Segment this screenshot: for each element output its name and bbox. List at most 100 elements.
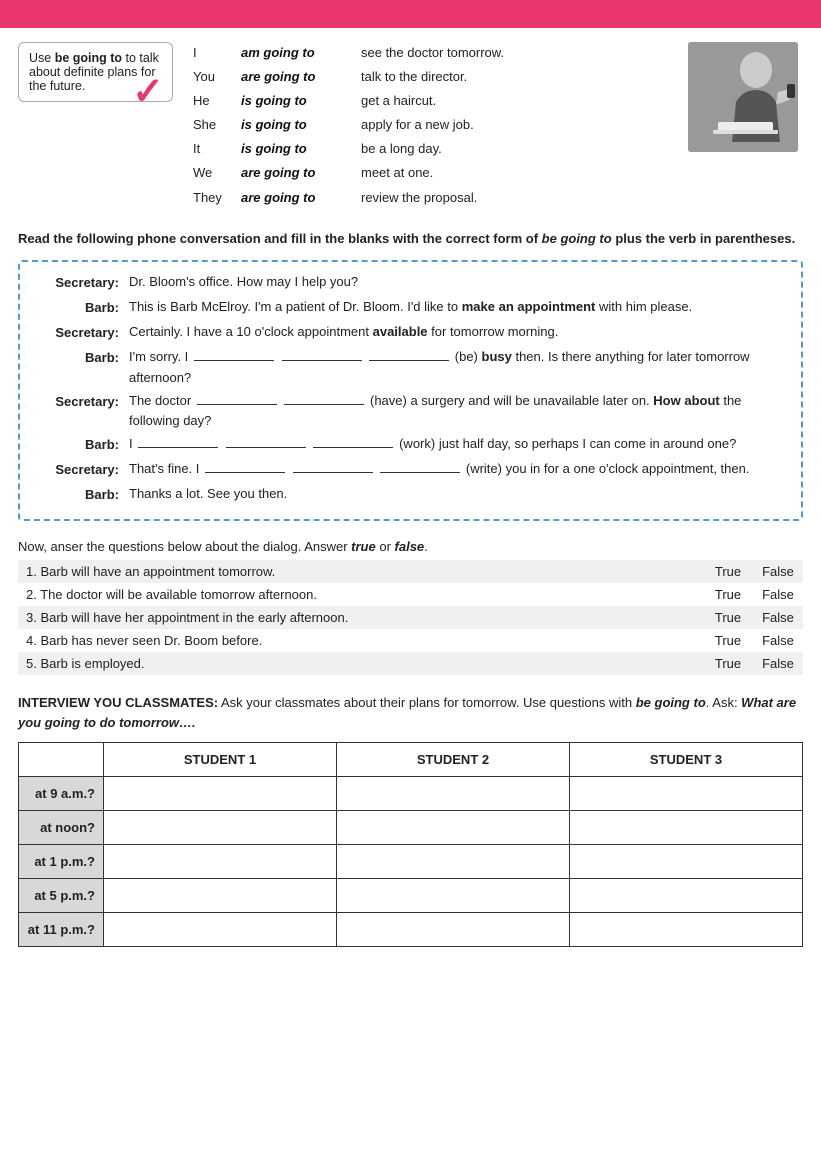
speaker-label: Secretary: [34, 391, 129, 413]
tf-row: 2. The doctor will be available tomorrow… [18, 583, 803, 606]
interview-table: STUDENT 1STUDENT 2STUDENT 3 at 9 a.m.? a… [18, 742, 803, 947]
subject: I [193, 42, 241, 64]
tf-true: True [703, 583, 753, 606]
page: Use be going to to talk about definite p… [0, 0, 821, 1169]
verb-phrase: is going to [241, 114, 361, 136]
student2-cell[interactable] [337, 811, 570, 845]
student3-cell[interactable] [570, 777, 803, 811]
time-label: at 5 p.m.? [19, 879, 104, 913]
example-rest: review the proposal. [361, 187, 477, 209]
tf-false: False [753, 583, 803, 606]
interview-row: at 1 p.m.? [19, 845, 803, 879]
tf-false: False [753, 629, 803, 652]
tf-question: 3. Barb will have her appointment in the… [18, 606, 703, 629]
example-rest: get a haircut. [361, 90, 436, 112]
dialog-row: Barb: This is Barb McElroy. I'm a patien… [34, 297, 787, 319]
subject: He [193, 90, 241, 112]
speaker-label: Secretary: [34, 322, 129, 344]
example-row: It is going to be a long day. [193, 138, 673, 160]
tf-false: False [753, 652, 803, 675]
interview-section: INTERVIEW YOU CLASSMATES: Ask your class… [0, 679, 821, 953]
time-label: at 11 p.m.? [19, 913, 104, 947]
reading-instructions: Read the following phone conversation an… [0, 217, 821, 253]
dialog-row: Secretary: Dr. Bloom's office. How may I… [34, 272, 787, 294]
speech-text: Certainly. I have a 10 o'clock appointme… [129, 322, 787, 342]
speaker-label: Barb: [34, 297, 129, 319]
interview-col-header: STUDENT 3 [570, 743, 803, 777]
student2-cell[interactable] [337, 845, 570, 879]
tf-row: 3. Barb will have her appointment in the… [18, 606, 803, 629]
examples-table: I am going to see the doctor tomorrow. Y… [183, 42, 673, 209]
student1-cell[interactable] [104, 811, 337, 845]
verb-phrase: are going to [241, 162, 361, 184]
time-label: at 1 p.m.? [19, 845, 104, 879]
verb-phrase: am going to [241, 42, 361, 64]
interview-instructions: INTERVIEW YOU CLASSMATES: Ask your class… [18, 693, 803, 732]
photo-area [683, 42, 803, 209]
tf-row: 1. Barb will have an appointment tomorro… [18, 560, 803, 583]
interview-row: at 9 a.m.? [19, 777, 803, 811]
verb-phrase: is going to [241, 90, 361, 112]
example-rest: see the doctor tomorrow. [361, 42, 504, 64]
tf-question: 5. Barb is employed. [18, 652, 703, 675]
tf-question: 1. Barb will have an appointment tomorro… [18, 560, 703, 583]
speech-text: Dr. Bloom's office. How may I help you? [129, 272, 787, 292]
speaker-label: Secretary: [34, 459, 129, 481]
tf-question: 2. The doctor will be available tomorrow… [18, 583, 703, 606]
speech-text: I'm sorry. I (be) busy then. Is there an… [129, 347, 787, 387]
student2-cell[interactable] [337, 879, 570, 913]
time-label: at 9 a.m.? [19, 777, 104, 811]
student1-cell[interactable] [104, 879, 337, 913]
verb-phrase: is going to [241, 138, 361, 160]
example-rest: talk to the director. [361, 66, 467, 88]
student2-cell[interactable] [337, 913, 570, 947]
subject: They [193, 187, 241, 209]
speaker-label: Barb: [34, 484, 129, 506]
speech-text: The doctor (have) a surgery and will be … [129, 391, 787, 431]
example-row: You are going to talk to the director. [193, 66, 673, 88]
person-photo [688, 42, 798, 152]
checkmark-icon: ✓ [132, 73, 164, 111]
dialog-row: Secretary: The doctor (have) a surgery a… [34, 391, 787, 431]
example-row: I am going to see the doctor tomorrow. [193, 42, 673, 64]
tf-true: True [703, 652, 753, 675]
subject: We [193, 162, 241, 184]
interview-row: at noon? [19, 811, 803, 845]
subject: It [193, 138, 241, 160]
example-rest: meet at one. [361, 162, 433, 184]
speaker-label: Barb: [34, 347, 129, 369]
student1-cell[interactable] [104, 845, 337, 879]
interview-col-header: STUDENT 1 [104, 743, 337, 777]
student2-cell[interactable] [337, 777, 570, 811]
tf-section: Now, anser the questions below about the… [0, 529, 821, 679]
tf-false: False [753, 560, 803, 583]
student3-cell[interactable] [570, 879, 803, 913]
example-rest: apply for a new job. [361, 114, 474, 136]
tip-box: Use be going to to talk about definite p… [18, 42, 173, 102]
dialog-row: Secretary: That's fine. I (write) you in… [34, 459, 787, 481]
tf-table: 1. Barb will have an appointment tomorro… [18, 560, 803, 675]
dialog-row: Secretary: Certainly. I have a 10 o'cloc… [34, 322, 787, 344]
speech-text: That's fine. I (write) you in for a one … [129, 459, 787, 479]
examples-section: Use be going to to talk about definite p… [0, 28, 821, 217]
tf-true: True [703, 560, 753, 583]
student1-cell[interactable] [104, 913, 337, 947]
dialog-row: Barb: I'm sorry. I (be) busy then. Is th… [34, 347, 787, 387]
subject: You [193, 66, 241, 88]
student1-cell[interactable] [104, 777, 337, 811]
interview-row: at 5 p.m.? [19, 879, 803, 913]
example-row: He is going to get a haircut. [193, 90, 673, 112]
student3-cell[interactable] [570, 913, 803, 947]
page-header [0, 0, 821, 28]
tf-true: True [703, 606, 753, 629]
student3-cell[interactable] [570, 845, 803, 879]
example-row: They are going to review the proposal. [193, 187, 673, 209]
student3-cell[interactable] [570, 811, 803, 845]
speaker-label: Barb: [34, 434, 129, 456]
time-label: at noon? [19, 811, 104, 845]
interview-row: at 11 p.m.? [19, 913, 803, 947]
tf-row: 5. Barb is employed. True False [18, 652, 803, 675]
speech-text: This is Barb McElroy. I'm a patient of D… [129, 297, 787, 317]
tf-row: 4. Barb has never seen Dr. Boom before. … [18, 629, 803, 652]
tf-false: False [753, 606, 803, 629]
